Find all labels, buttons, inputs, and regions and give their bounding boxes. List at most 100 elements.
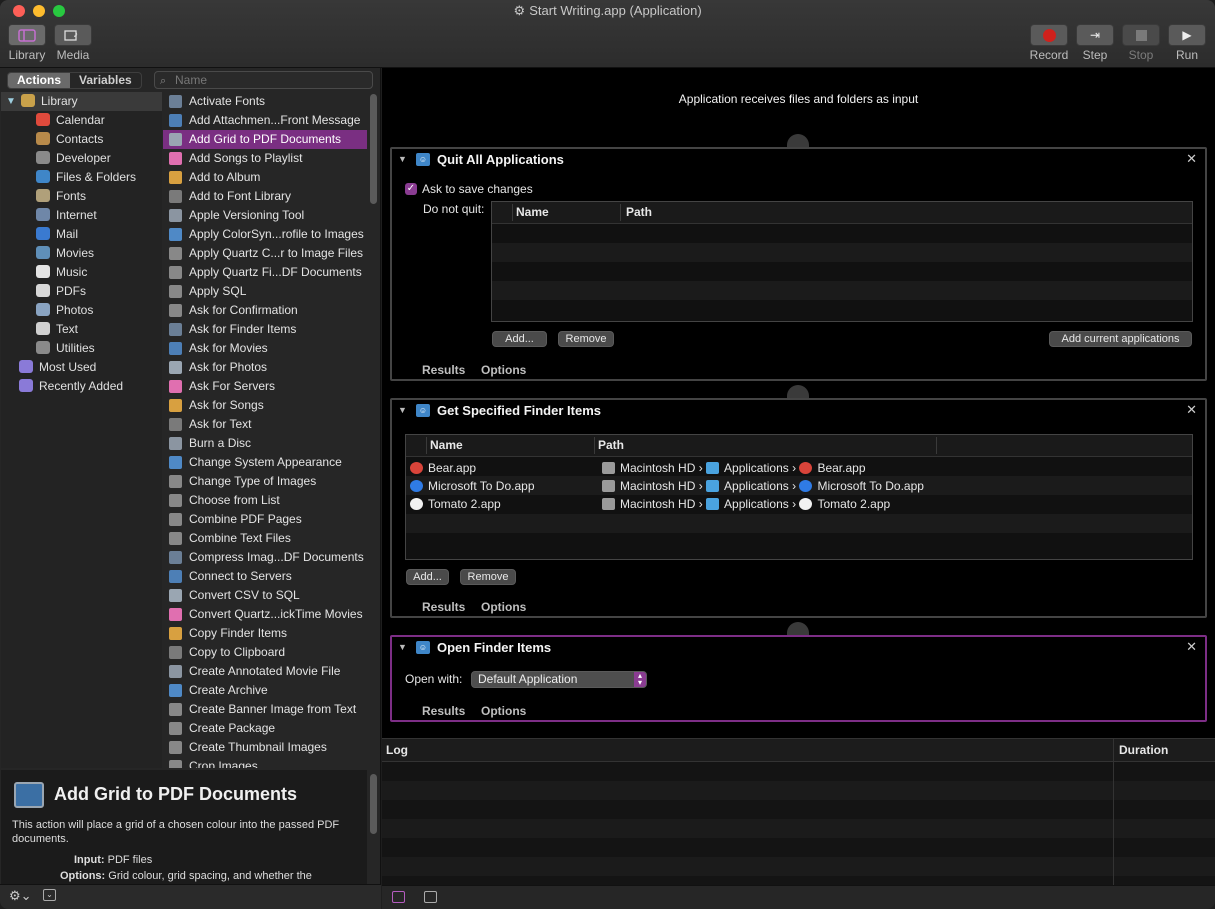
action-list-item[interactable]: Convert CSV to SQL — [163, 586, 367, 605]
sidebar-item-internet[interactable]: Internet — [36, 206, 97, 225]
column-path[interactable]: Path — [598, 438, 624, 452]
action-list-item[interactable]: Add to Album — [163, 168, 367, 187]
action-quit-all-applications[interactable]: ▼ ☺ Quit All Applications ✕ ✓ Ask to sav… — [390, 147, 1207, 381]
ask-to-save-checkbox[interactable]: ✓ — [405, 183, 417, 195]
action-list-item[interactable]: Copy Finder Items — [163, 624, 367, 643]
column-name[interactable]: Name — [430, 438, 463, 452]
action-list-item[interactable]: Create Thumbnail Images — [163, 738, 367, 757]
action-list-item[interactable]: Ask for Finder Items — [163, 320, 367, 339]
collapse-description-icon[interactable]: ⌄ — [43, 889, 56, 901]
action-list-item[interactable]: Apple Versioning Tool — [163, 206, 367, 225]
sidebar-item-recently-added[interactable]: Recently Added — [19, 377, 123, 396]
disclosure-triangle-icon[interactable]: ▼ — [398, 642, 407, 652]
finder-item-row[interactable]: Microsoft To Do.app Macintosh HD › Applic… — [406, 478, 1192, 496]
action-list-item[interactable]: Apply SQL — [163, 282, 367, 301]
results-tab[interactable]: Results — [422, 363, 465, 377]
action-list-item[interactable]: Activate Fonts — [163, 92, 367, 111]
open-with-popup[interactable]: Default Application ▴ ▾ — [471, 671, 647, 688]
tab-variables[interactable]: Variables — [70, 73, 141, 88]
tab-actions[interactable]: Actions — [8, 73, 71, 88]
sidebar-item-text[interactable]: Text — [36, 320, 78, 339]
search-input[interactable]: ⌕ Name — [154, 71, 373, 89]
sidebar-item-utilities[interactable]: Utilities — [36, 339, 95, 358]
finder-item-row[interactable]: Tomato 2.app Macintosh HD › Applications … — [406, 496, 1192, 514]
action-list-item[interactable]: Copy to Clipboard — [163, 643, 367, 662]
action-list-item[interactable]: Add Attachmen...Front Message — [163, 111, 367, 130]
column-path[interactable]: Path — [626, 205, 652, 219]
close-icon[interactable]: ✕ — [1186, 151, 1197, 167]
options-tab[interactable]: Options — [481, 600, 526, 614]
stop-button[interactable] — [1122, 24, 1160, 46]
action-list-item[interactable]: Create Package — [163, 719, 367, 738]
split-view-icon[interactable] — [424, 891, 437, 903]
action-list-item[interactable]: Crop Images — [163, 757, 367, 768]
action-list-item[interactable]: Compress Imag...DF Documents — [163, 548, 367, 567]
action-list-item[interactable]: Burn a Disc — [163, 434, 367, 453]
options-tab[interactable]: Options — [481, 363, 526, 377]
finder-items-table[interactable]: Name Path Bear.app Macintosh HD › Applica… — [405, 434, 1193, 560]
action-list-item[interactable]: Ask for Movies — [163, 339, 367, 358]
sidebar-item-fonts[interactable]: Fonts — [36, 187, 86, 206]
sidebar-item-pdfs[interactable]: PDFs — [36, 282, 86, 301]
finder-item-row[interactable]: Bear.app Macintosh HD › Applications › Be… — [406, 460, 1192, 478]
sidebar-item-developer[interactable]: Developer — [36, 149, 111, 168]
column-log[interactable]: Log — [386, 743, 408, 757]
action-list-item[interactable]: Ask for Text — [163, 415, 367, 434]
column-duration[interactable]: Duration — [1119, 743, 1168, 757]
sidebar-item-music[interactable]: Music — [36, 263, 87, 282]
remove-button[interactable]: Remove — [558, 331, 614, 347]
remove-button[interactable]: Remove — [460, 569, 516, 585]
column-name[interactable]: Name — [516, 205, 549, 219]
media-button[interactable]: ♪ — [54, 24, 92, 46]
results-tab[interactable]: Results — [422, 600, 465, 614]
action-list-item[interactable]: Create Annotated Movie File — [163, 662, 367, 681]
close-icon[interactable]: ✕ — [1186, 402, 1197, 418]
action-list-item[interactable]: Combine Text Files — [163, 529, 367, 548]
add-button[interactable]: Add... — [406, 569, 449, 585]
sidebar-item-library[interactable]: Library ▼ — [1, 92, 162, 111]
action-list-item[interactable]: Ask for Confirmation — [163, 301, 367, 320]
action-list-item[interactable]: Add to Font Library — [163, 187, 367, 206]
action-list-item[interactable]: Create Archive — [163, 681, 367, 700]
action-open-finder-items[interactable]: ▼ ☺ Open Finder Items ✕ Open with: Defau… — [390, 635, 1207, 722]
action-get-specified-finder-items[interactable]: ▼ ☺ Get Specified Finder Items ✕ Name Pa… — [390, 398, 1207, 618]
sidebar-item-mail[interactable]: Mail — [36, 225, 78, 244]
action-list-item[interactable]: Apply Quartz Fi...DF Documents — [163, 263, 367, 282]
library-button[interactable] — [8, 24, 46, 46]
sidebar-item-photos[interactable]: Photos — [36, 301, 93, 320]
results-tab[interactable]: Results — [422, 704, 465, 718]
action-list-item[interactable]: Add Songs to Playlist — [163, 149, 367, 168]
add-button[interactable]: Add... — [492, 331, 547, 347]
action-list-item[interactable]: Change System Appearance — [163, 453, 367, 472]
step-button[interactable]: ⇥ — [1076, 24, 1114, 46]
description-scrollbar[interactable] — [370, 774, 377, 834]
action-list-item[interactable]: Combine PDF Pages — [163, 510, 367, 529]
action-list-item[interactable]: Add Grid to PDF Documents — [163, 130, 367, 149]
disclosure-triangle-icon[interactable]: ▼ — [6, 92, 16, 111]
disclosure-triangle-icon[interactable]: ▼ — [398, 154, 407, 164]
action-list-item[interactable]: Ask for Photos — [163, 358, 367, 377]
gear-icon[interactable]: ⚙⌄ — [9, 888, 32, 904]
action-list-item[interactable]: Apply ColorSyn...rofile to Images — [163, 225, 367, 244]
action-list-item[interactable]: Ask for Songs — [163, 396, 367, 415]
disclosure-triangle-icon[interactable]: ▼ — [398, 405, 407, 415]
action-list-item[interactable]: Apply Quartz C...r to Image Files — [163, 244, 367, 263]
add-current-applications-button[interactable]: Add current applications — [1049, 331, 1192, 347]
action-list-item[interactable]: Ask For Servers — [163, 377, 367, 396]
sidebar-item-most-used[interactable]: Most Used — [19, 358, 96, 377]
sidebar-item-files-folders[interactable]: Files & Folders — [36, 168, 136, 187]
do-not-quit-table[interactable]: Name Path — [491, 201, 1193, 322]
run-button[interactable]: ▶ — [1168, 24, 1206, 46]
record-button[interactable] — [1030, 24, 1068, 46]
sidebar-item-calendar[interactable]: Calendar — [36, 111, 105, 130]
sidebar-item-movies[interactable]: Movies — [36, 244, 94, 263]
log-view-icon[interactable] — [392, 891, 405, 903]
close-icon[interactable]: ✕ — [1186, 639, 1197, 655]
sidebar-item-contacts[interactable]: Contacts — [36, 130, 103, 149]
action-list-item[interactable]: Connect to Servers — [163, 567, 367, 586]
action-list-item[interactable]: Choose from List — [163, 491, 367, 510]
actions-scrollbar[interactable] — [370, 94, 377, 204]
action-list-item[interactable]: Change Type of Images — [163, 472, 367, 491]
options-tab[interactable]: Options — [481, 704, 526, 718]
action-list-item[interactable]: Convert Quartz...ickTime Movies — [163, 605, 367, 624]
